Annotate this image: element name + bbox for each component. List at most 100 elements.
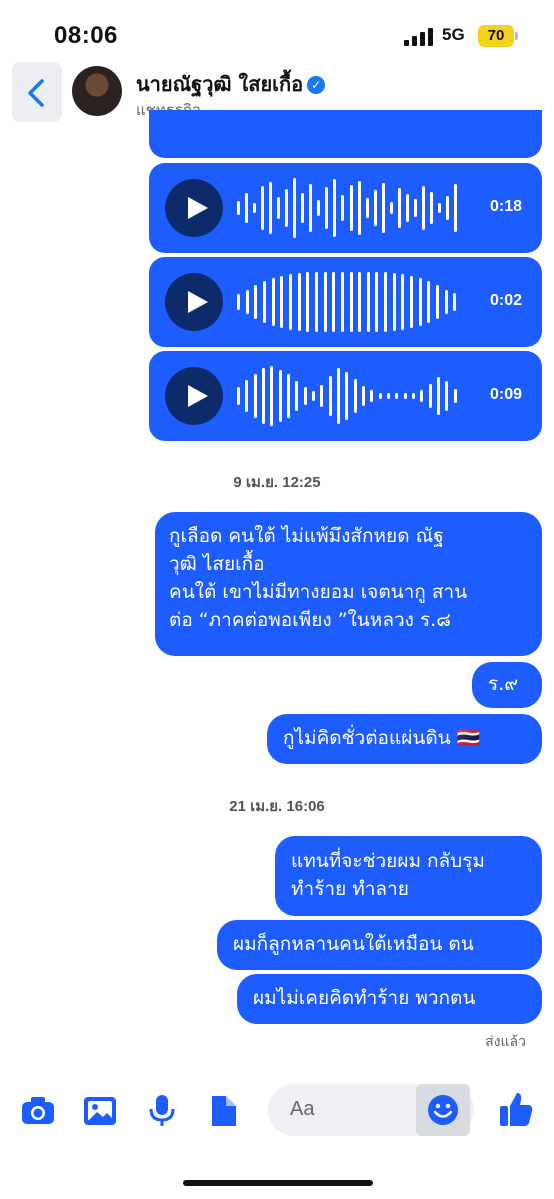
battery-level: 70 — [487, 27, 505, 44]
voice-message[interactable]: 0:18 — [149, 163, 542, 253]
waveform-bar — [445, 381, 449, 411]
timestamp: 21 เม.ย. 16:06 — [229, 798, 325, 815]
waveform-bar — [287, 374, 290, 418]
waveform-bar — [297, 273, 301, 331]
waveform-bar — [306, 272, 310, 332]
waveform-bar — [453, 184, 457, 232]
waveform-bar — [397, 188, 401, 228]
message-line: ร.๙ — [488, 673, 519, 695]
message-line: ทำร้าย ทำลาย — [291, 878, 409, 900]
emoji-icon — [428, 1095, 458, 1125]
microphone-icon[interactable] — [144, 1094, 180, 1128]
avatar[interactable] — [72, 66, 122, 116]
play-icon[interactable] — [165, 367, 223, 425]
waveform-bar — [245, 193, 249, 223]
photo-icon[interactable] — [82, 1094, 118, 1128]
composer-bar: Aa — [0, 1080, 554, 1142]
waveform-bar — [375, 272, 379, 332]
waveform-bar — [237, 294, 240, 310]
waveform-bar — [349, 272, 353, 332]
waveform-bar — [365, 198, 369, 218]
waveform-bar — [253, 374, 257, 418]
waveform-bar — [453, 389, 457, 403]
waveform-bar — [301, 193, 305, 223]
like-icon[interactable] — [498, 1090, 534, 1126]
message-line: คนใต้ เขาไม่มีทางยอม เจตนากู สาน — [169, 581, 468, 603]
waveform-bar — [445, 196, 449, 220]
message-bubble[interactable]: ผมก็ลูกหลานคนใต้เหมือน ตน — [217, 920, 542, 970]
message-bubble[interactable]: ร.๙ — [472, 662, 542, 708]
waveform-bar — [412, 393, 415, 399]
message-line: ต่อ “ภาคต่อพอเพียง ”ในหลวง ร.๘ — [169, 609, 451, 631]
waveform-bar — [429, 192, 433, 224]
play-icon[interactable] — [165, 179, 223, 237]
message-input[interactable]: Aa — [268, 1084, 474, 1136]
message-line: แทนที่จะช่วยผม กลับรุม — [291, 850, 485, 872]
verified-badge-icon: ✓ — [307, 76, 326, 94]
message-bubble[interactable]: กูเลือด คนใต้ ไม่แพ้มึงสักหยด ณัฐ วุฒิ ไ… — [155, 512, 542, 656]
play-icon[interactable] — [165, 273, 223, 331]
waveform-bar — [381, 183, 385, 233]
waveform-bar — [333, 179, 337, 237]
waveform-bar — [421, 186, 425, 230]
back-button[interactable] — [12, 62, 62, 122]
waveform-bar — [418, 278, 422, 326]
waveform-bar — [340, 272, 344, 332]
waveform-bar — [320, 385, 324, 407]
message-line: กูไม่คิดชั่วต่อแผ่นดิน 🇹🇭 — [283, 727, 481, 749]
voice-duration: 0:18 — [489, 198, 522, 215]
waveform-bar — [253, 203, 257, 213]
waveform-bar — [420, 390, 424, 402]
waveform-bar — [325, 187, 329, 229]
message-bubble[interactable]: ผมไม่เคยคิดทำร้าย พวกตน — [237, 974, 542, 1024]
signal-icon — [404, 28, 434, 46]
waveform-bar — [395, 393, 399, 399]
waveform-bar — [345, 372, 349, 420]
waveform-bar — [237, 387, 240, 405]
camera-icon[interactable] — [20, 1094, 56, 1128]
file-icon[interactable] — [206, 1094, 242, 1128]
waveform-bar — [245, 290, 249, 314]
waveform — [237, 361, 462, 431]
contact-name-text: นายณัฐวุฒิ ใสยเกื้อ — [136, 72, 304, 96]
waveform-bar — [278, 370, 282, 422]
message-line: วุฒิ ไสยเกื้อ — [169, 553, 265, 575]
waveform-bar — [323, 272, 327, 332]
waveform-bar — [357, 181, 361, 235]
waveform-bar — [358, 272, 362, 332]
status-time: 08:06 — [54, 22, 118, 49]
emoji-button[interactable] — [416, 1084, 470, 1136]
waveform-bar — [245, 380, 249, 412]
battery-icon: 70 — [478, 25, 518, 47]
voice-duration: 0:09 — [489, 386, 522, 403]
waveform — [237, 267, 462, 337]
waveform-bar — [309, 184, 313, 232]
chevron-left-icon — [28, 79, 44, 107]
waveform-bar — [427, 281, 431, 323]
waveform-bar — [387, 393, 390, 399]
timestamp: 9 เม.ย. 12:25 — [233, 474, 321, 491]
waveform-bar — [262, 368, 265, 424]
contact-name[interactable]: นายณัฐวุฒิ ใสยเกื้อ ✓ — [136, 68, 326, 100]
waveform-bar — [328, 376, 332, 416]
waveform — [237, 173, 462, 243]
message-bubble[interactable]: แทนที่จะช่วยผม กลับรุม ทำร้าย ทำลาย — [275, 836, 542, 916]
waveform-bar — [261, 186, 265, 230]
message-bubble[interactable]: กูไม่คิดชั่วต่อแผ่นดิน 🇹🇭 — [267, 714, 542, 764]
waveform-bar — [413, 199, 417, 217]
waveform-bar — [436, 285, 440, 319]
waveform-bar — [270, 366, 274, 426]
waveform-bar — [349, 185, 353, 231]
waveform-bar — [392, 273, 396, 331]
waveform-bar — [353, 379, 357, 413]
waveform-bar — [370, 390, 374, 402]
voice-message[interactable]: 0:09 — [149, 351, 542, 441]
waveform-bar — [269, 182, 273, 234]
home-indicator — [183, 1180, 373, 1186]
waveform-bar — [341, 195, 345, 221]
network-type: 5G — [442, 25, 465, 44]
voice-message-partial[interactable] — [149, 110, 542, 158]
voice-message[interactable]: 0:02 — [149, 257, 542, 347]
waveform-bar — [254, 285, 258, 319]
waveform-bar — [373, 190, 377, 226]
